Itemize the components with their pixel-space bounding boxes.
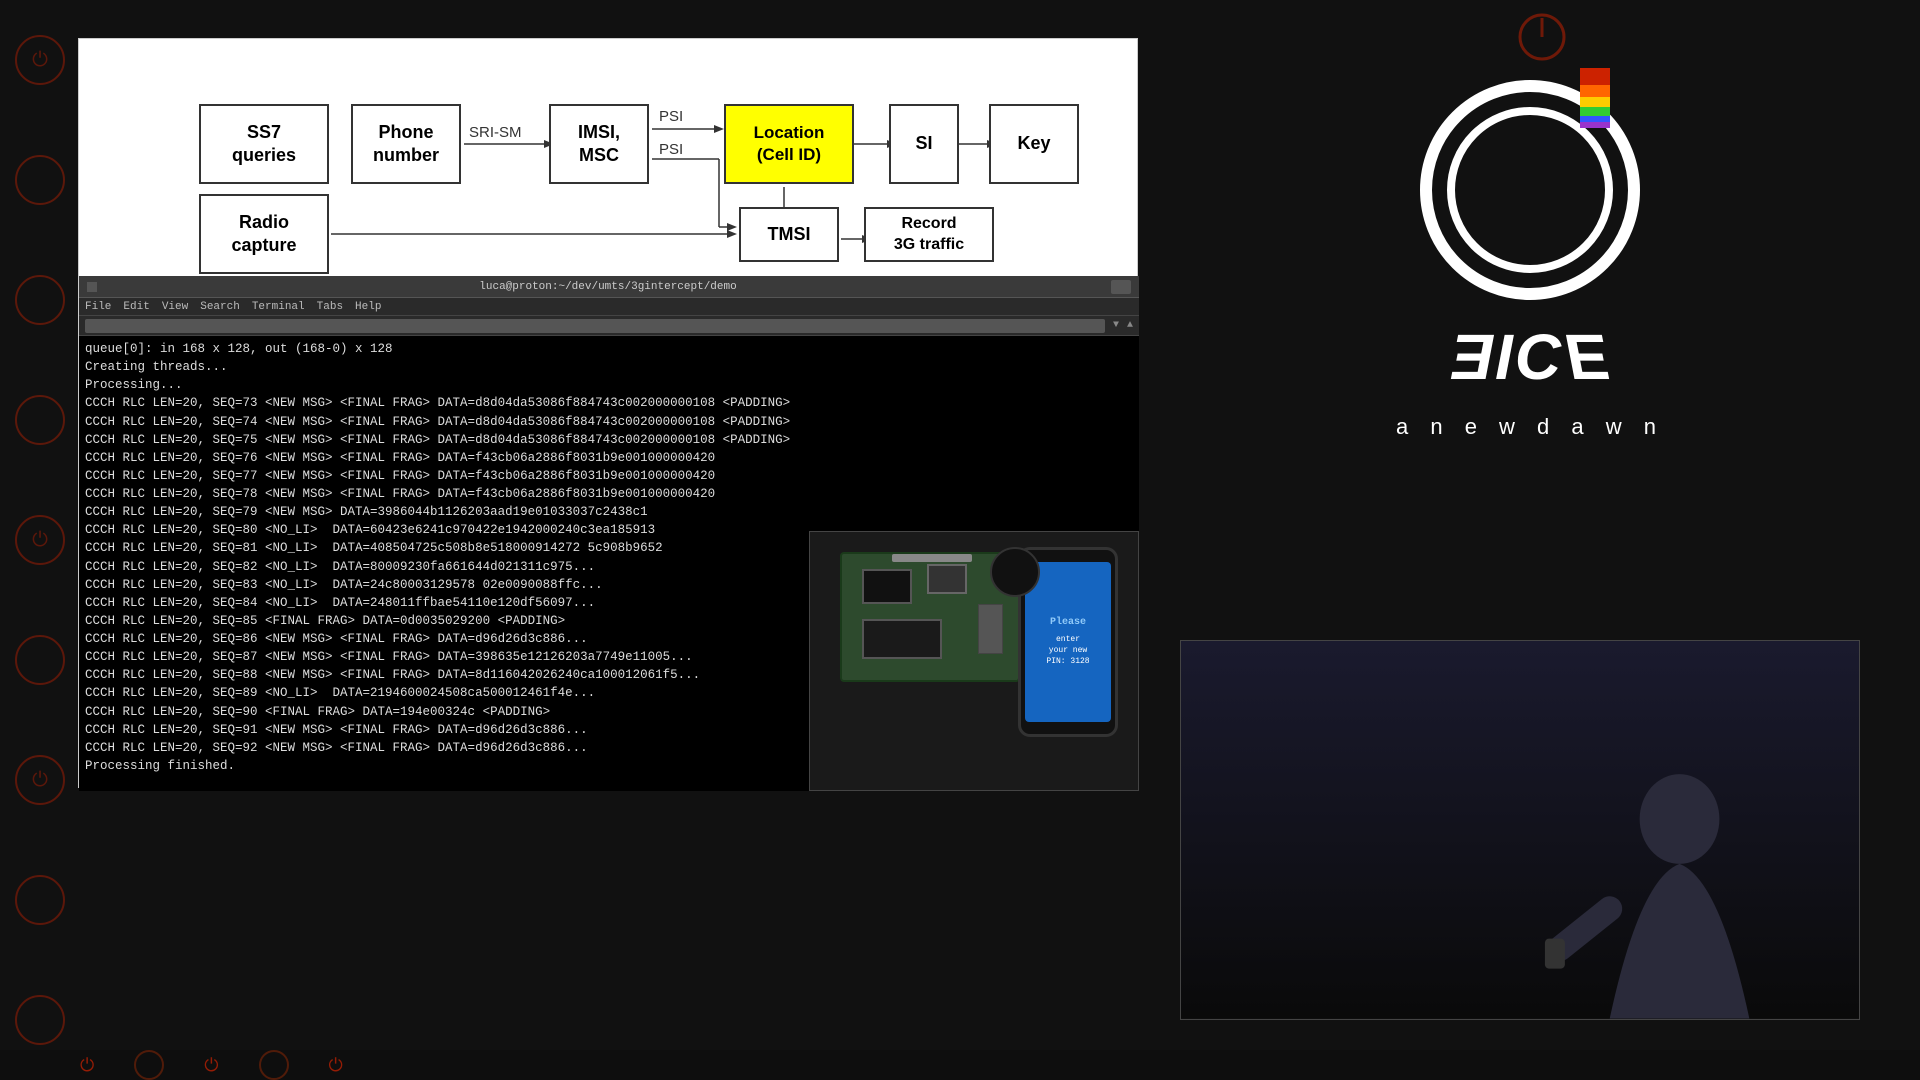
radio-capture-box: Radio capture [199, 194, 329, 274]
terminal-controls [87, 282, 97, 292]
terminal-menubar: File Edit View Search Terminal Tabs Help [79, 298, 1139, 316]
menu-tabs[interactable]: Tabs [317, 301, 343, 313]
camera-device [990, 547, 1040, 597]
ss7-box: SS7 queries [199, 104, 329, 184]
terminal-search-input[interactable] [85, 319, 1105, 333]
terminal: luca@proton:~/dev/umts/3gintercept/demo … [79, 276, 1139, 791]
bottom-circle-1 [134, 1050, 164, 1080]
seg-orange [1580, 85, 1610, 98]
menu-edit[interactable]: Edit [123, 301, 149, 313]
tmsi-box: TMSI [739, 207, 839, 262]
bottom-icon-3: ⏻ [329, 1055, 343, 1076]
menu-view[interactable]: View [162, 301, 188, 313]
gice-subtitle-text: a n e w d a w n [1396, 414, 1664, 440]
logo-area: ƎICƎ a n e w d a w n [1200, 60, 1860, 460]
terminal-titlebar: luca@proton:~/dev/umts/3gintercept/demo [79, 276, 1139, 298]
menu-terminal[interactable]: Terminal [252, 301, 305, 313]
terminal-title: luca@proton:~/dev/umts/3gintercept/demo [105, 281, 1111, 293]
seg-green [1580, 107, 1610, 115]
presenter-background [1181, 641, 1859, 1019]
svg-text:SRI-SM: SRI-SM [469, 124, 522, 141]
deco-circle-3 [15, 395, 65, 445]
svg-text:PSI: PSI [659, 108, 683, 125]
main-slide: SRI-SM PSI PSI SS7 queries Phone number [78, 38, 1138, 788]
svg-text:PSI: PSI [659, 141, 683, 158]
left-decoration: ⏻ ⏻ ⏻ [0, 0, 80, 1080]
color-segments [1580, 68, 1610, 128]
deco-circle-2 [15, 275, 65, 325]
presenter-video [1180, 640, 1860, 1020]
bottom-bar: ⏻ ⏻ ⏻ [0, 1050, 1920, 1080]
bottom-icon-2: ⏻ [204, 1055, 218, 1076]
deco-circle-1 [15, 155, 65, 205]
deco-circle-4: ⏻ [15, 515, 65, 565]
deco-circle-5 [15, 635, 65, 685]
gice-brand-text: ƎICƎ [1450, 320, 1609, 394]
terminal-search-bar: ▼ ▲ [79, 316, 1139, 336]
menu-help[interactable]: Help [355, 301, 381, 313]
right-panel: ƎICƎ a n e w d a w n [1080, 0, 1920, 1080]
phone-number-box: Phone number [351, 104, 461, 184]
deco-circle-8 [15, 995, 65, 1045]
presenter-svg [1181, 640, 1859, 1019]
seg-purple [1580, 122, 1610, 128]
gice-logo: ƎICƎ a n e w d a w n [1396, 80, 1664, 440]
logo-ring-container [1420, 80, 1640, 300]
bottom-icon-1: ⏻ [80, 1055, 94, 1076]
menu-search[interactable]: Search [200, 301, 240, 313]
seg-blue [1580, 116, 1610, 123]
location-box: Location (Cell ID) [724, 104, 854, 184]
seg-red [1580, 68, 1610, 85]
deco-power-icon: ⏻ [15, 35, 65, 85]
imsi-box: IMSI, MSC [549, 104, 649, 184]
deco-circle-7 [15, 875, 65, 925]
si-box: SI [889, 104, 959, 184]
menu-file[interactable]: File [85, 301, 111, 313]
deco-circle-6: ⏻ [15, 755, 65, 805]
record-3g-box: Record 3G traffic [864, 207, 994, 262]
key-box: Key [989, 104, 1079, 184]
seg-yellow [1580, 97, 1610, 107]
bottom-circle-2 [259, 1050, 289, 1080]
